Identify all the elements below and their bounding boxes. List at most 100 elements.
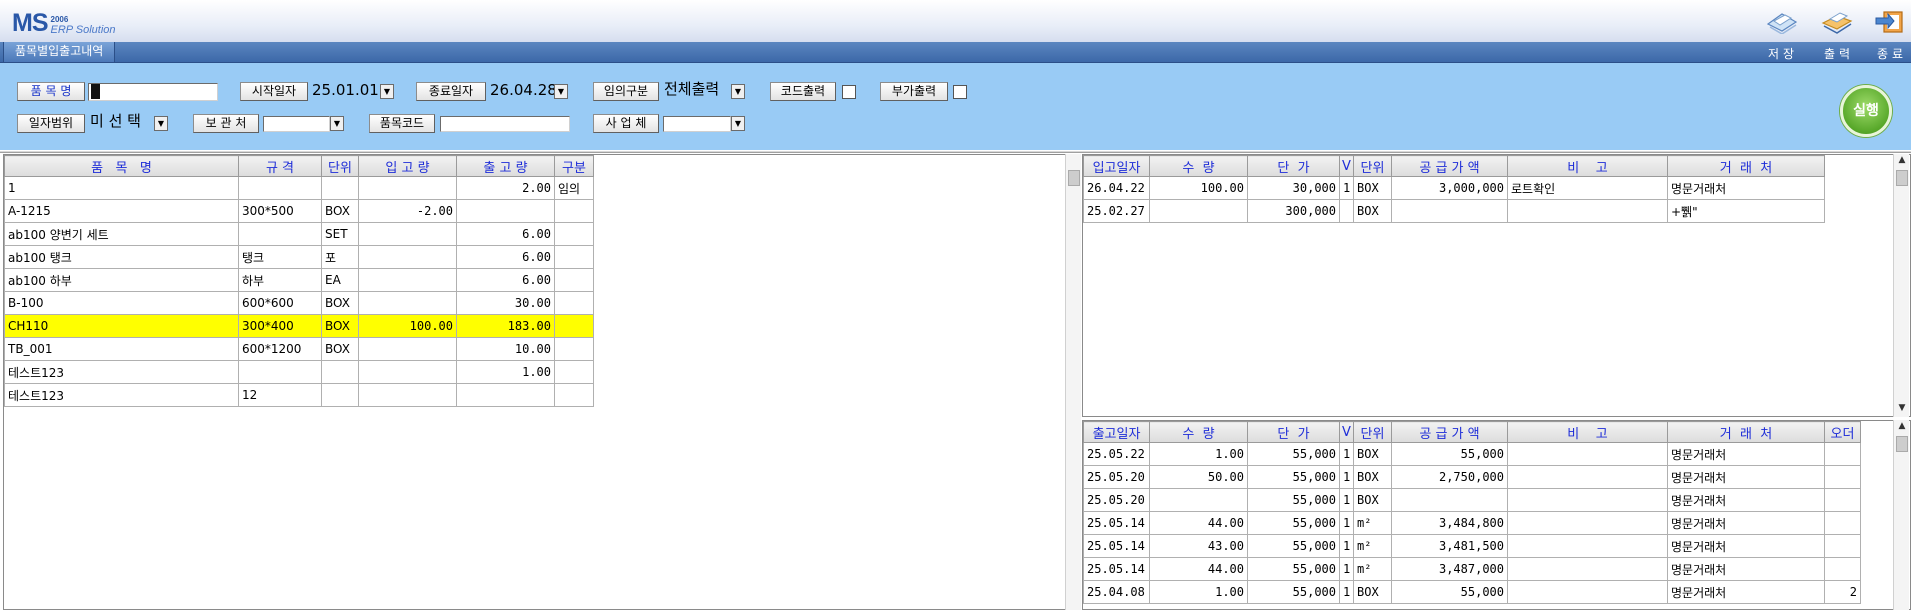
table-cell[interactable]: 1 [1339, 557, 1354, 581]
table-cell[interactable]: BOX [321, 337, 359, 361]
table-cell[interactable]: 명문거래처 [1667, 488, 1825, 512]
table-cell[interactable]: SET [321, 222, 359, 246]
table-row[interactable]: 25.04.08 1.00 55,000 1 BOX 55,000 명문거래처 2 [1083, 580, 1861, 604]
table-cell[interactable]: TB_001 [4, 337, 239, 361]
table-cell[interactable]: 테스트123 [4, 383, 239, 407]
table-cell[interactable]: 25.05.22 [1083, 442, 1150, 466]
chevron-down-icon[interactable]: ▼ [154, 116, 168, 131]
table-row[interactable]: 25.05.14 44.00 55,000 1 m² 3,484,800 명문거래처 [1083, 511, 1861, 535]
column-header[interactable]: 거 래 처 [1667, 421, 1825, 443]
table-cell[interactable]: 55,000 [1247, 442, 1340, 466]
table-cell[interactable] [554, 245, 594, 269]
start-date-label[interactable]: 시작일자 [240, 82, 308, 101]
category-label[interactable]: 임의구분 [593, 82, 659, 101]
table-cell[interactable]: 테스트123 [4, 360, 239, 384]
chevron-down-icon[interactable]: ▼ [731, 84, 745, 99]
table-row[interactable]: 25.05.14 44.00 55,000 1 m² 3,487,000 명문거래처 [1083, 557, 1861, 581]
column-header[interactable]: 단위 [1353, 421, 1392, 443]
table-cell[interactable] [1824, 488, 1861, 512]
table-cell[interactable] [554, 383, 594, 407]
column-header[interactable]: 품 목 명 [4, 155, 239, 177]
table-cell[interactable] [1149, 199, 1248, 223]
table-cell[interactable] [358, 176, 457, 200]
table-cell[interactable]: 25.05.20 [1083, 465, 1150, 489]
table-cell[interactable]: 600*600 [238, 291, 322, 315]
table-cell[interactable]: 25.05.14 [1083, 534, 1150, 558]
table-cell[interactable] [358, 245, 457, 269]
table-cell[interactable]: 명문거래처 [1667, 176, 1825, 200]
item-code-input[interactable] [440, 116, 570, 132]
table-cell[interactable]: 2 [1824, 580, 1861, 604]
column-header[interactable]: 공 급 가 액 [1391, 421, 1508, 443]
table-cell[interactable]: 30,000 [1247, 176, 1340, 200]
table-cell[interactable] [554, 314, 594, 338]
table-cell[interactable]: 600*1200 [238, 337, 322, 361]
table-cell[interactable]: 1 [4, 176, 239, 200]
table-cell[interactable] [1507, 534, 1668, 558]
table-cell[interactable]: 300*500 [238, 199, 322, 223]
table-cell[interactable]: 30.00 [456, 291, 555, 315]
out-grid-scrollbar[interactable]: ▲ [1893, 420, 1909, 610]
table-cell[interactable] [238, 360, 322, 384]
table-cell[interactable]: 25.05.20 [1083, 488, 1150, 512]
scroll-up-icon[interactable]: ▲ [1894, 420, 1910, 432]
table-cell[interactable] [1824, 557, 1861, 581]
table-cell[interactable] [1391, 199, 1508, 223]
storage-select[interactable] [263, 116, 330, 132]
table-cell[interactable]: 300,000 [1247, 199, 1340, 223]
table-cell[interactable] [358, 291, 457, 315]
table-cell[interactable]: 1 [1339, 580, 1354, 604]
table-cell[interactable]: 25.02.27 [1083, 199, 1150, 223]
column-header[interactable]: 구분 [554, 155, 594, 177]
category-select[interactable]: 전체출력 [662, 81, 732, 99]
column-header[interactable]: 비 고 [1507, 421, 1668, 443]
table-row[interactable]: 25.05.22 1.00 55,000 1 BOX 55,000 명문거래처 [1083, 442, 1861, 466]
scroll-up-icon[interactable]: ▲ [1894, 154, 1910, 166]
business-select[interactable] [663, 116, 731, 132]
chevron-down-icon[interactable]: ▼ [330, 116, 344, 131]
table-row[interactable]: CH110 300*400 BOX 100.00 183.00 [4, 314, 594, 338]
table-cell[interactable]: 10.00 [456, 337, 555, 361]
print-icon[interactable] [1820, 8, 1854, 34]
table-cell[interactable]: 183.00 [456, 314, 555, 338]
column-header[interactable]: 단위 [321, 155, 359, 177]
table-row[interactable]: 25.05.20 50.00 55,000 1 BOX 2,750,000 명문거래처 [1083, 465, 1861, 489]
table-cell[interactable]: 6.00 [456, 222, 555, 246]
table-row[interactable]: A-1215 300*500 BOX -2.00 [4, 199, 594, 223]
table-row[interactable]: 25.05.20 55,000 1 BOX 명문거래처 [1083, 488, 1861, 512]
column-header[interactable]: V [1339, 155, 1354, 177]
table-cell[interactable] [1824, 442, 1861, 466]
storage-label[interactable]: 보 관 처 [193, 114, 259, 133]
table-cell[interactable]: 44.00 [1149, 557, 1248, 581]
table-row[interactable]: ab100 하부 하부 EA 6.00 [4, 268, 594, 292]
table-cell[interactable] [456, 383, 555, 407]
table-cell[interactable] [1507, 488, 1668, 512]
table-cell[interactable]: CH110 [4, 314, 239, 338]
table-cell[interactable]: 1 [1339, 465, 1354, 489]
chevron-down-icon[interactable]: ▼ [731, 116, 745, 131]
table-cell[interactable]: BOX [321, 199, 359, 223]
table-cell[interactable]: 100.00 [1149, 176, 1248, 200]
end-date-label[interactable]: 종료일자 [416, 82, 486, 101]
table-cell[interactable]: 3,487,000 [1391, 557, 1508, 581]
table-row[interactable]: ab100 양변기 세트 SET 6.00 [4, 222, 594, 246]
in-grid-scrollbar[interactable]: ▲ ▼ [1893, 154, 1909, 417]
table-cell[interactable]: 1.00 [1149, 580, 1248, 604]
column-header[interactable]: 수 량 [1149, 421, 1248, 443]
table-cell[interactable] [358, 268, 457, 292]
table-cell[interactable]: 25.05.14 [1083, 511, 1150, 535]
table-cell[interactable]: 1 [1339, 534, 1354, 558]
business-label[interactable]: 사 업 체 [593, 114, 659, 133]
table-cell[interactable] [321, 360, 359, 384]
table-cell[interactable]: ab100 하부 [4, 268, 239, 292]
table-cell[interactable]: 1 [1339, 488, 1354, 512]
column-header[interactable]: 입고일자 [1083, 155, 1150, 177]
table-cell[interactable]: ab100 양변기 세트 [4, 222, 239, 246]
table-cell[interactable]: 명문거래처 [1667, 534, 1825, 558]
table-cell[interactable] [1507, 442, 1668, 466]
table-cell[interactable] [321, 383, 359, 407]
table-cell[interactable]: 3,000,000 [1391, 176, 1508, 200]
table-cell[interactable] [456, 199, 555, 223]
table-cell[interactable]: BOX [1353, 176, 1392, 200]
table-cell[interactable]: 50.00 [1149, 465, 1248, 489]
